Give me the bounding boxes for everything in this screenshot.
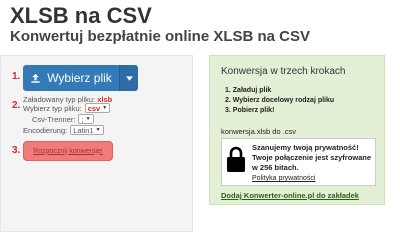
page-subtitle: Konwertuj bezpłatnie online XLSB na CSV [10,28,311,45]
step-item: 1. Załaduj plik [225,87,272,94]
separator-row: Csv-Trenner: ; ▼ [32,114,94,124]
select-caret-icon: ▼ [85,116,91,122]
target-type-select[interactable]: csv ▼ [84,103,111,113]
target-type-label: Wybierz typ pliku: [23,103,82,113]
steps-list: 1. Załaduj plik 2. Wybierz docelowy rodz… [225,86,334,116]
choose-file-dropdown-toggle[interactable] [119,65,138,91]
privacy-policy-link[interactable]: Polityka prywatności [252,175,315,182]
privacy-notice: Szanujemy twoją prywatność! Twoje połącz… [221,138,376,186]
encoding-row: Encodierung: Latin1 ▼ [23,125,104,135]
step-number-1: 1. [12,71,21,82]
target-type-row: Wybierz typ pliku: csv ▼ [23,103,111,113]
conversion-caption: konwersja.xlsb do .csv [221,127,297,136]
step-number-3: 3. [12,145,21,156]
page-title: XLSB na CSV [10,3,152,28]
lock-icon [227,146,245,172]
encoding-select[interactable]: Latin1 ▼ [70,125,104,135]
choose-file-split-button[interactable]: Wybierz plik [23,65,138,91]
caret-down-icon [125,75,133,81]
privacy-text: Szanujemy twoją prywatność! Twoje połącz… [252,143,372,172]
select-caret-icon: ▼ [95,127,101,133]
add-bookmark-link[interactable]: Dodaj Konwerter-online.pl do zakładek [221,191,359,200]
converter-panel: 1. Wybierz plik Załadowany typ pliku: xl… [0,55,193,232]
upload-icon [31,73,40,83]
separator-value: ; [81,114,84,124]
steps-info-panel: Konwersja w trzech krokach 1. Załaduj pl… [209,55,385,205]
start-conversion-button[interactable]: Rozpocznij konwersję! [23,141,113,161]
choose-file-label: Wybierz plik [47,71,112,85]
encoding-value: Latin1 [73,125,94,135]
choose-file-button[interactable]: Wybierz plik [23,65,119,91]
steps-title: Konwersja w trzech krokach [221,66,346,77]
target-type-value: csv [87,103,101,113]
step-item: 3. Pobierz plik! [225,107,275,114]
separator-select[interactable]: ; ▼ [78,114,94,124]
step-item: 2. Wybierz docelowy rodzaj pliku [225,97,335,104]
encoding-label: Encodierung: [23,125,68,135]
separator-label: Csv-Trenner: [32,114,76,124]
select-caret-icon: ▼ [102,105,108,111]
step-number-2: 2. [12,100,21,111]
